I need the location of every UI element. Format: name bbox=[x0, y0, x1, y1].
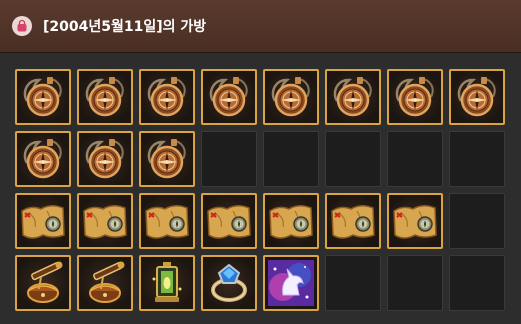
inventory-slot[interactable] bbox=[15, 193, 71, 249]
inventory-slot[interactable] bbox=[325, 69, 381, 125]
inventory-slot-empty[interactable] bbox=[449, 193, 505, 249]
inventory-slot-empty[interactable] bbox=[325, 255, 381, 311]
inventory-slot[interactable] bbox=[263, 255, 319, 311]
inventory-slot[interactable] bbox=[263, 193, 319, 249]
inventory-slot[interactable] bbox=[139, 131, 195, 187]
inventory-slot[interactable] bbox=[263, 69, 319, 125]
inventory-slot[interactable] bbox=[139, 69, 195, 125]
inventory-slot[interactable] bbox=[201, 69, 257, 125]
inventory-slot[interactable] bbox=[201, 255, 257, 311]
bag-window: [2004년5월11일]의 가방 bbox=[0, 0, 521, 324]
inventory-slot[interactable] bbox=[449, 69, 505, 125]
inventory-slot[interactable] bbox=[15, 131, 71, 187]
window-title: [2004년5월11일]의 가방 bbox=[43, 19, 207, 35]
inventory-slot[interactable] bbox=[139, 255, 195, 311]
inventory-slot-empty[interactable] bbox=[325, 131, 381, 187]
inventory-slot[interactable] bbox=[325, 193, 381, 249]
inventory-slot-empty[interactable] bbox=[449, 255, 505, 311]
inventory-slot-empty[interactable] bbox=[387, 131, 443, 187]
inventory-slot[interactable] bbox=[139, 193, 195, 249]
inventory-slot[interactable] bbox=[387, 69, 443, 125]
inventory-slot[interactable] bbox=[77, 193, 133, 249]
inventory-slot[interactable] bbox=[77, 69, 133, 125]
inventory-grid bbox=[15, 69, 505, 311]
title-bar: [2004년5월11일]의 가방 bbox=[0, 0, 521, 53]
inventory-slot-empty[interactable] bbox=[387, 255, 443, 311]
inventory-slot[interactable] bbox=[77, 131, 133, 187]
inventory-slot[interactable] bbox=[15, 255, 71, 311]
inventory-slot-empty[interactable] bbox=[201, 131, 257, 187]
inventory-slot-empty[interactable] bbox=[263, 131, 319, 187]
inventory-slot[interactable] bbox=[387, 193, 443, 249]
bag-icon bbox=[12, 16, 32, 36]
inventory-slot[interactable] bbox=[15, 69, 71, 125]
inventory-slot-empty[interactable] bbox=[449, 131, 505, 187]
inventory-slot[interactable] bbox=[77, 255, 133, 311]
inventory-slot[interactable] bbox=[201, 193, 257, 249]
